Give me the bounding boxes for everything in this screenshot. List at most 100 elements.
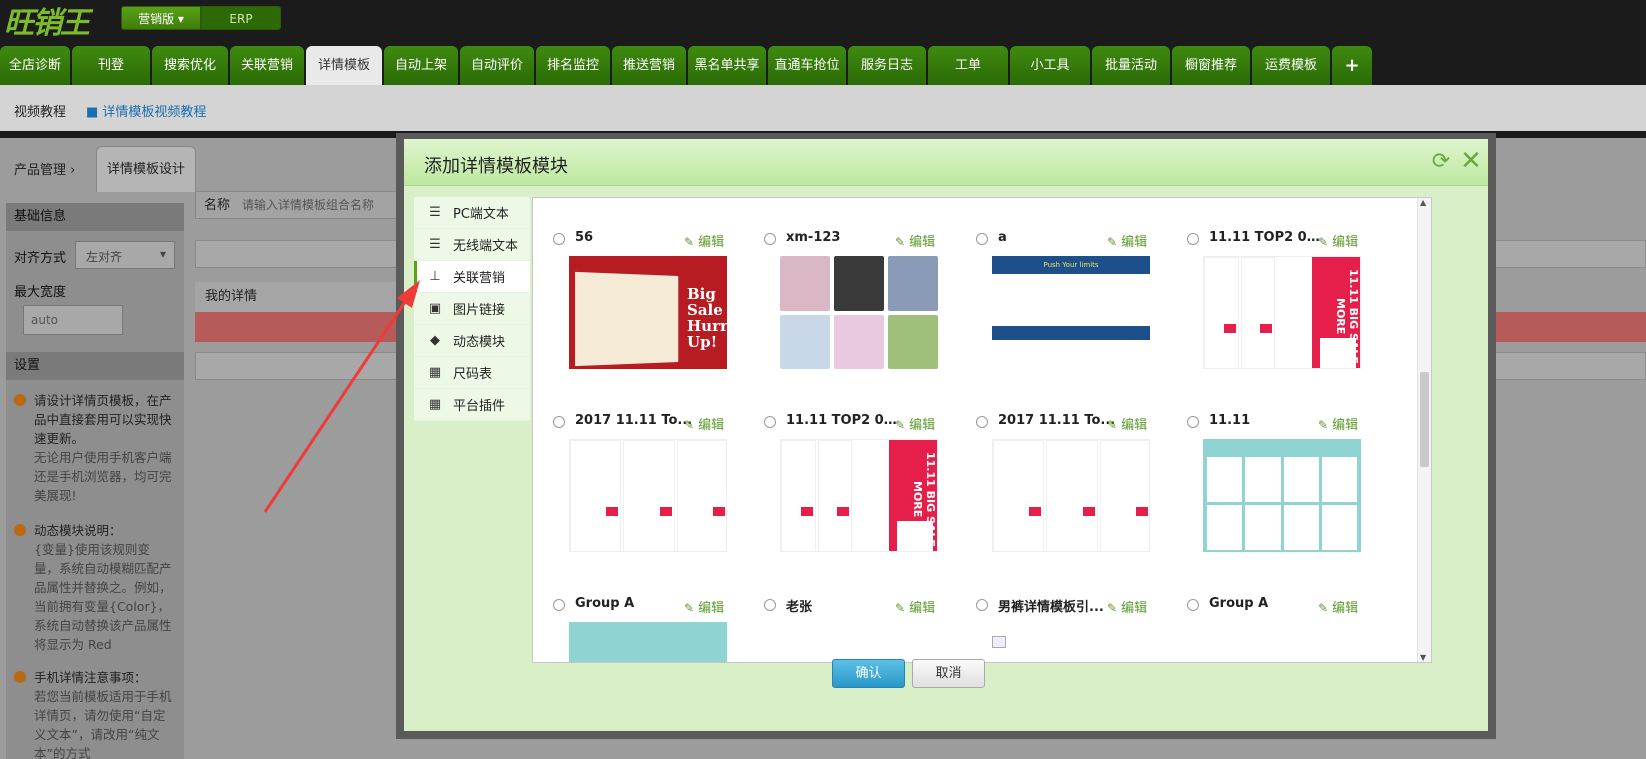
template-card[interactable]: Group A ✎ 编辑 [553,596,753,662]
note-2-sub: {变量}使用该规则变量，系统自动模糊匹配产品属性并替换之。例如，当前拥有变量{C… [34,542,172,652]
edit-button[interactable]: ✎ 编辑 [1318,597,1358,616]
refresh-icon[interactable]: ⟳ [1428,149,1454,175]
template-card[interactable]: 56 ✎编辑 Big Sale Hurry Up! [553,230,753,400]
select-radio[interactable] [553,599,565,611]
thumbnail-photo [834,256,884,311]
template-card[interactable]: Group A ✎ 编辑 [1187,596,1387,662]
template-thumbnail[interactable] [569,439,727,552]
select-radio[interactable] [553,233,565,245]
nav-tab-shipping[interactable]: 运费模板 [1252,46,1330,85]
scrollbar[interactable]: ▲ ▼ [1417,198,1431,662]
caret-down-icon: ▾ [159,247,166,261]
edit-button[interactable]: ✎ 编辑 [684,231,724,250]
info-icon [14,671,26,683]
app-logo[interactable]: 旺销王 [4,0,90,42]
nav-tab-listing[interactable]: 刊登 [72,46,150,85]
template-thumbnail[interactable]: Big Sale Hurry Up! [569,256,727,369]
nav-tab-auto-listing[interactable]: 自动上架 [384,46,458,85]
nav-tab-service-log[interactable]: 服务日志 [848,46,926,85]
template-card[interactable]: 2017 11.11 To... ✎ 编辑 [553,413,753,583]
nav-tab-detail-template[interactable]: 详情模板 [306,46,382,85]
template-name: Group A [575,596,635,611]
template-thumbnail[interactable] [992,439,1150,552]
cancel-button[interactable]: 取消 [912,659,985,688]
template-thumbnail[interactable]: Push Your limits [992,256,1150,369]
name-field[interactable]: 名称 请输入详情模板组合名称 [195,191,405,219]
align-select[interactable]: 左对齐 ▾ [75,241,175,269]
nav-tab-auto-review[interactable]: 自动评价 [460,46,534,85]
note-3-text: 手机详情注意事项： [34,670,147,685]
nav-tab-express-bid[interactable]: 直通车抢位 [768,46,846,85]
edit-button[interactable]: ✎ 编辑 [684,597,724,616]
version-dropdown[interactable]: 营销版 ▾ [121,6,201,30]
template-card[interactable]: 11.11 TOP2 03... ✎ 编辑 11.11 BIG SALE MORE [1187,230,1387,400]
scroll-down-icon[interactable]: ▼ [1420,653,1426,662]
nav-tab-blacklist[interactable]: 黑名单共享 [688,46,766,85]
template-card[interactable]: 男裤详情模板引... ✎ 编辑 [976,596,1176,662]
module-type-label: PC端文本 [453,207,509,222]
template-card[interactable]: 11.11 ✎ 编辑 [1187,413,1387,583]
edit-button[interactable]: ✎ 编辑 [1107,597,1147,616]
nav-tab-showcase[interactable]: 橱窗推荐 [1172,46,1250,85]
template-name: 男裤详情模板引... [998,600,1104,615]
nav-tab-batch[interactable]: 批量活动 [1092,46,1170,85]
module-type-platform-plugin[interactable]: ▦ 平台插件 [414,389,530,421]
thumbnail-grid [993,440,1149,551]
select-radio[interactable] [764,233,776,245]
template-thumbnail[interactable] [569,622,727,662]
template-thumbnail[interactable] [780,256,938,369]
edit-button[interactable]: ✎ 编辑 [895,597,935,616]
edit-button[interactable]: ✎ 编辑 [895,414,935,433]
template-thumbnail[interactable]: 11.11 BIG SALE MORE [780,439,938,552]
template-card[interactable]: xm-123 ✎ 编辑 [764,230,964,400]
main-nav: 全店诊断 刊登 搜索优化 关联营销 详情模板 自动上架 自动评价 排名监控 推送… [0,46,1374,85]
template-card[interactable]: 2017 11.11 To... ✎ 编辑 [976,413,1176,583]
confirm-button[interactable]: 确认 [832,659,905,688]
nav-tab-diagnosis[interactable]: 全店诊断 [0,46,70,85]
edit-button[interactable]: ✎ 编辑 [1318,231,1358,250]
select-radio[interactable] [764,599,776,611]
edit-label: 编辑 [1332,418,1359,433]
video-tutorial-link[interactable]: ■ 详情模板视频教程 [86,101,206,120]
max-width-input[interactable]: auto [23,305,123,335]
breadcrumb-tab-detail-design[interactable]: 详情模板设计 [96,146,196,192]
template-thumbnail[interactable]: 11.11 BIG SALE MORE [1203,256,1361,369]
nav-tab-add[interactable]: + [1332,46,1372,85]
module-type-mobile-text[interactable]: ☰ 无线端文本 [414,229,530,261]
erp-button[interactable]: ERP [201,6,281,30]
close-icon[interactable]: ✕ [1458,147,1484,175]
edit-label: 编辑 [909,601,936,616]
select-radio[interactable] [976,599,988,611]
select-radio[interactable] [764,416,776,428]
template-card[interactable]: 老张 ✎ 编辑 [764,596,964,662]
module-type-related-marketing[interactable]: ⊥ 关联营销 [414,261,530,293]
select-radio[interactable] [553,416,565,428]
module-type-image-link[interactable]: ▣ 图片链接 [414,293,530,325]
edit-button[interactable]: ✎ 编辑 [1107,231,1147,250]
template-name: a [998,230,1007,245]
select-radio[interactable] [1187,599,1199,611]
template-thumbnail[interactable] [1203,439,1361,552]
edit-button[interactable]: ✎ 编辑 [684,414,724,433]
nav-tab-seo[interactable]: 搜索优化 [152,46,228,85]
select-radio[interactable] [976,416,988,428]
edit-button[interactable]: ✎ 编辑 [895,231,935,250]
template-card[interactable]: 11.11 TOP2 03... ✎ 编辑 11.11 BIG SALE MORE [764,413,964,583]
scrollbar-thumb[interactable] [1420,372,1429,467]
edit-button[interactable]: ✎ 编辑 [1318,414,1358,433]
select-radio[interactable] [1187,416,1199,428]
template-card[interactable]: a ✎ 编辑 Push Your limits [976,230,1176,400]
breadcrumb-product[interactable]: 产品管理 › [14,159,75,178]
nav-tab-ranking[interactable]: 排名监控 [536,46,610,85]
module-type-size-chart[interactable]: ▦ 尺码表 [414,357,530,389]
edit-button[interactable]: ✎ 编辑 [1107,414,1147,433]
module-type-pc-text[interactable]: ☰ PC端文本 [414,197,530,229]
nav-tab-related-marketing[interactable]: 关联营销 [230,46,304,85]
scroll-up-icon[interactable]: ▲ [1420,198,1426,207]
nav-tab-push[interactable]: 推送营销 [612,46,686,85]
nav-tab-ticket[interactable]: 工单 [928,46,1008,85]
select-radio[interactable] [1187,233,1199,245]
module-type-dynamic[interactable]: ◆ 动态模块 [414,325,530,357]
select-radio[interactable] [976,233,988,245]
nav-tab-tools[interactable]: 小工具 [1010,46,1090,85]
